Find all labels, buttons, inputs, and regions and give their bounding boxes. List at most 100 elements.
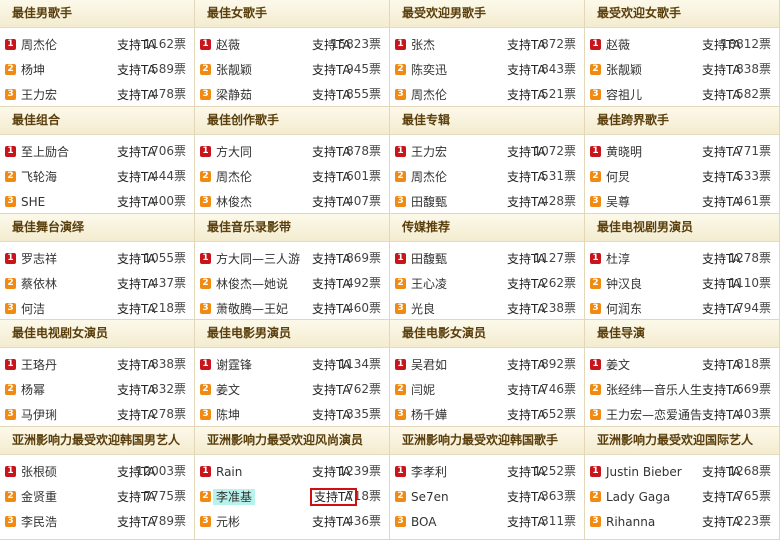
nominee-row: 2 杨坤 支持TA 589票 — [0, 57, 194, 82]
nominee-name[interactable]: 何润东 — [603, 301, 645, 317]
nominee-name[interactable]: 李民浩 — [18, 514, 60, 530]
vote-count: 1252票 — [533, 464, 576, 478]
vote-count: 669票 — [736, 382, 771, 396]
nominee-name[interactable]: 钟汉良 — [603, 276, 645, 292]
nominee-row: 1 杜淳 支持TA 1278票 — [585, 246, 779, 271]
vote-count: 478票 — [151, 87, 186, 101]
nominee-name[interactable]: 吴君如 — [408, 357, 450, 373]
nominee-name[interactable]: 萧敬腾—王妃 — [213, 301, 291, 317]
nominee-name[interactable]: 张靓颖 — [603, 62, 645, 78]
nominee-row: 3 萧敬腾—王妃 支持TA 460票 — [195, 296, 389, 319]
nominee-list: 1 黄晓明 支持TA 771票 2 何炅 支持TA 533票 3 吴尊 支持TA… — [585, 135, 779, 213]
nominee-name[interactable]: 飞轮海 — [18, 169, 60, 185]
category-title: 最佳创作歌手 — [195, 107, 389, 135]
nominee-name[interactable]: 赵薇 — [603, 37, 633, 53]
nominee-name[interactable]: SHE — [18, 194, 48, 210]
nominee-name[interactable]: 王珞丹 — [18, 357, 60, 373]
category-title: 最佳音乐录影带 — [195, 214, 389, 242]
nominee-name[interactable]: 元彬 — [213, 514, 243, 530]
vote-count: 400票 — [151, 194, 186, 208]
nominee-name[interactable]: 杨坤 — [18, 62, 48, 78]
nominee-row: 2 张靓颖 支持TA 838票 — [585, 57, 779, 82]
nominee-name[interactable]: 张杰 — [408, 37, 438, 53]
nominee-name[interactable]: 马伊琍 — [18, 407, 60, 423]
nominee-name[interactable]: 金贤重 — [18, 489, 60, 505]
nominee-name[interactable]: 何洁 — [18, 301, 48, 317]
nominee-name[interactable]: 杨幂 — [18, 382, 48, 398]
nominee-name[interactable]: 周杰伦 — [213, 169, 255, 185]
nominee-name[interactable]: 吴尊 — [603, 194, 633, 210]
nominee-name[interactable]: Lady Gaga — [603, 489, 673, 505]
nominee-name[interactable]: 姜文 — [213, 382, 243, 398]
nominee-row: 1 田馥甄 支持TA 1127票 — [390, 246, 584, 271]
nominee-name[interactable]: 王力宏 — [408, 144, 450, 160]
nominee-name[interactable]: 姜文 — [603, 357, 633, 373]
nominee-name[interactable]: 张经纬—音乐人生 — [603, 382, 705, 398]
nominee-name[interactable]: 罗志祥 — [18, 251, 60, 267]
vote-count: 1162票 — [143, 37, 186, 51]
nominee-name[interactable]: 至上励合 — [18, 144, 72, 160]
nominee-list: 1 李孝利 支持TA 1252票 2 Se7en 支持TA 363票 3 BOA… — [390, 455, 584, 534]
nominee-name[interactable]: 张靓颖 — [213, 62, 255, 78]
nominee-name[interactable]: 蔡依林 — [18, 276, 60, 292]
nominee-name[interactable]: Rihanna — [603, 514, 658, 530]
nominee-row: 1 Rain 支持TA 1239票 — [195, 459, 389, 484]
nominee-name[interactable]: 王力宏 — [18, 87, 60, 103]
rank-badge: 2 — [395, 491, 406, 502]
vote-count: 855票 — [346, 87, 381, 101]
nominee-name[interactable]: 梁静茹 — [213, 87, 255, 103]
nominee-name[interactable]: 光良 — [408, 301, 438, 317]
nominee-row: 1 方大同 支持TA 878票 — [195, 139, 389, 164]
vote-count: 872票 — [541, 37, 576, 51]
nominee-name[interactable]: 林俊杰—她说 — [213, 276, 291, 292]
nominee-name[interactable]: 田馥甄 — [408, 194, 450, 210]
nominee-name[interactable]: 赵薇 — [213, 37, 243, 53]
rank-badge: 1 — [5, 146, 16, 157]
nominee-name[interactable]: 陈奕迅 — [408, 62, 450, 78]
nominee-name[interactable]: 陈坤 — [213, 407, 243, 423]
vote-count: 818票 — [736, 357, 771, 371]
vote-count: 444票 — [151, 169, 186, 183]
nominee-row: 1 吴君如 支持TA 892票 — [390, 352, 584, 377]
nominee-list: 1 至上励合 支持TA 706票 2 飞轮海 支持TA 444票 3 SHE 支… — [0, 135, 194, 213]
nominee-name[interactable]: 容祖儿 — [603, 87, 645, 103]
nominee-name[interactable]: 方大同—三人游 — [213, 251, 303, 267]
nominee-name[interactable]: 闫妮 — [408, 382, 438, 398]
nominee-list: 1 张杰 支持TA 872票 2 陈奕迅 支持TA 843票 3 周杰伦 支持T… — [390, 28, 584, 106]
nominee-name[interactable]: 周杰伦 — [408, 87, 450, 103]
vote-count: 1278票 — [728, 251, 771, 265]
nominee-name[interactable]: 何炅 — [603, 169, 633, 185]
nominee-name[interactable]: 李孝利 — [408, 464, 450, 480]
nominee-name[interactable]: 王力宏—恋爱通告 — [603, 407, 705, 423]
nominee-row: 2 杨幂 支持TA 832票 — [0, 377, 194, 402]
category-title: 最佳女歌手 — [195, 0, 389, 28]
nominee-name[interactable]: BOA — [408, 514, 439, 530]
nominee-row: 3 SHE 支持TA 400票 — [0, 189, 194, 213]
nominee-name[interactable]: 周杰伦 — [18, 37, 60, 53]
nominee-name[interactable]: 田馥甄 — [408, 251, 450, 267]
nominee-name[interactable]: Se7en — [408, 489, 452, 505]
nominee-name[interactable]: 杨千嬅 — [408, 407, 450, 423]
nominee-name[interactable]: 张根硕 — [18, 464, 60, 480]
nominee-list: 1 王力宏 支持TA 1072票 2 周杰伦 支持TA 531票 3 田馥甄 支… — [390, 135, 584, 213]
nominee-name[interactable]: Justin Bieber — [603, 464, 685, 480]
nominee-row: 1 张根硕 支持TA 12003票 — [0, 459, 194, 484]
nominee-row: 2 张靓颖 支持TA 945票 — [195, 57, 389, 82]
nominee-name[interactable]: Rain — [213, 464, 245, 480]
nominee-name[interactable]: 王心凌 — [408, 276, 450, 292]
vote-count: 945票 — [346, 62, 381, 76]
nominee-name[interactable]: 谢霆锋 — [213, 357, 255, 373]
category-card: 最佳电影女演员 1 吴君如 支持TA 892票 2 闫妮 支持TA 746票 3… — [390, 320, 585, 427]
nominee-row: 3 容祖儿 支持TA 582票 — [585, 82, 779, 106]
nominee-name[interactable]: 周杰伦 — [408, 169, 450, 185]
category-title: 亚洲影响力最受欢迎韩国男艺人 — [0, 427, 194, 455]
nominee-name[interactable]: 杜淳 — [603, 251, 633, 267]
nominee-row: 2 李准基 支持TA 718票 — [195, 484, 389, 509]
nominee-name[interactable]: 林俊杰 — [213, 194, 255, 210]
category-title: 最佳电影男演员 — [195, 320, 389, 348]
nominee-name[interactable]: 黄晓明 — [603, 144, 645, 160]
nominee-name[interactable]: 方大同 — [213, 144, 255, 160]
nominee-list: 1 田馥甄 支持TA 1127票 2 王心凌 支持TA 262票 3 光良 支持… — [390, 242, 584, 319]
nominee-name[interactable]: 李准基 — [213, 489, 256, 505]
vote-count: 311票 — [541, 514, 576, 528]
